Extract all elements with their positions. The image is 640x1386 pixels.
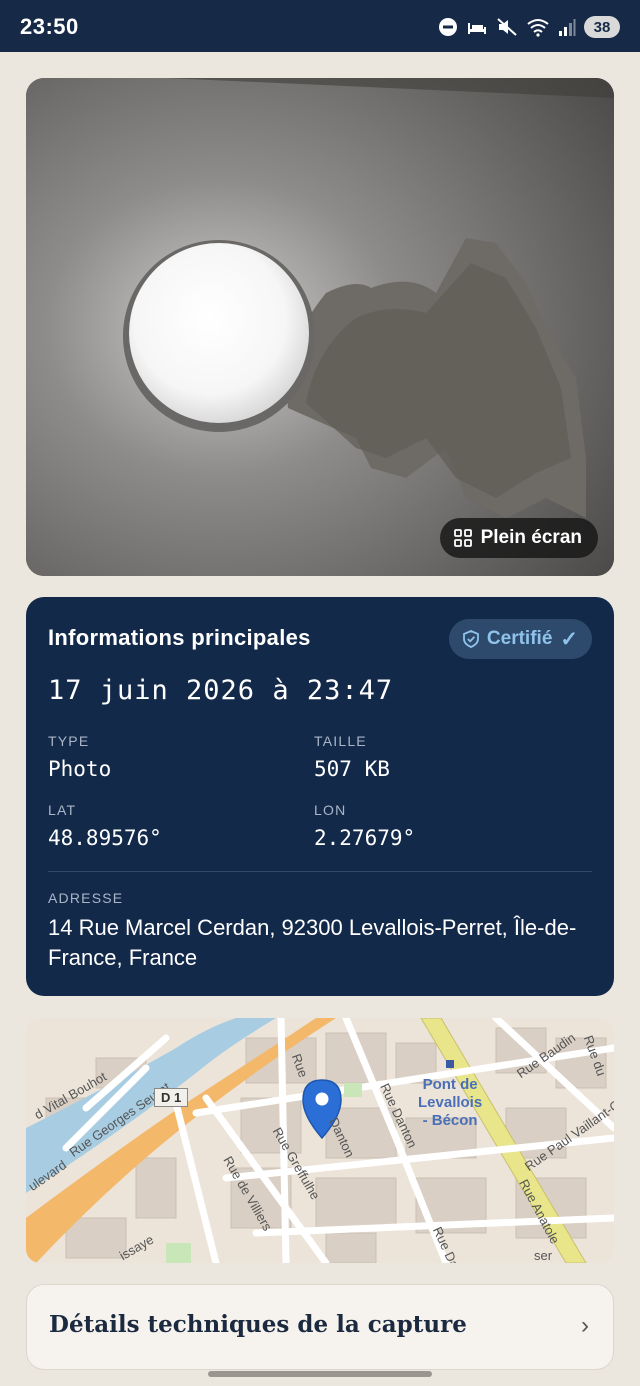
fullscreen-label: Plein écran bbox=[480, 527, 582, 548]
type-value: Photo bbox=[48, 757, 112, 781]
address-label: ADRESSE bbox=[48, 890, 124, 906]
main-info-card: Informations principales Certifié ✓ 17 j… bbox=[26, 597, 614, 996]
certified-badge: Certifié ✓ bbox=[448, 619, 592, 659]
fullscreen-button[interactable]: Plein écran bbox=[439, 518, 598, 558]
road-label-d1: D 1 bbox=[154, 1088, 189, 1107]
lat-label: LAT bbox=[48, 802, 77, 818]
capture-datetime: 17 juin 2026 à 23:47 bbox=[48, 675, 394, 706]
grid-icon bbox=[453, 529, 472, 547]
map-label: ser bbox=[534, 1248, 553, 1263]
lat-value: 48.89576° bbox=[48, 826, 162, 850]
dnd-icon bbox=[439, 18, 457, 36]
station-label: Pont de Levallois - Bécon bbox=[418, 1076, 483, 1129]
battery-indicator: 38 bbox=[584, 16, 620, 38]
technical-details-button[interactable]: Détails techniques de la capture › bbox=[26, 1284, 614, 1370]
lon-label: LON bbox=[314, 802, 347, 818]
signal-icon bbox=[559, 19, 576, 36]
status-time: 23:50 bbox=[20, 14, 79, 39]
certified-label: Certifié bbox=[486, 628, 553, 649]
info-title: Informations principales bbox=[48, 625, 311, 650]
chevron-right-icon: › bbox=[581, 1312, 589, 1339]
info-divider bbox=[48, 871, 592, 872]
shield-icon bbox=[463, 630, 479, 648]
sleep-icon bbox=[468, 23, 486, 34]
lon-value: 2.27679° bbox=[314, 826, 416, 850]
size-value: 507 KB bbox=[314, 757, 390, 781]
mute-icon bbox=[497, 18, 517, 36]
type-label: TYPE bbox=[48, 733, 90, 749]
home-indicator[interactable] bbox=[208, 1371, 432, 1377]
map-tiles bbox=[26, 1018, 614, 1263]
technical-details-label: Détails techniques de la capture bbox=[49, 1311, 467, 1338]
address-value: 14 Rue Marcel Cerdan, 92300 Levallois-Pe… bbox=[48, 915, 577, 970]
status-bar: 23:50 38 bbox=[0, 0, 640, 52]
location-map[interactable]: d Vital Bouhot Rue Georges Seurat ulevar… bbox=[26, 1018, 614, 1263]
check-icon: ✓ bbox=[560, 627, 578, 651]
size-label: TAILLE bbox=[314, 733, 367, 749]
status-icons: 38 bbox=[438, 14, 620, 40]
photo-preview[interactable]: Plein écran bbox=[26, 78, 614, 576]
photo-image bbox=[26, 78, 614, 576]
wifi-icon bbox=[527, 19, 549, 37]
